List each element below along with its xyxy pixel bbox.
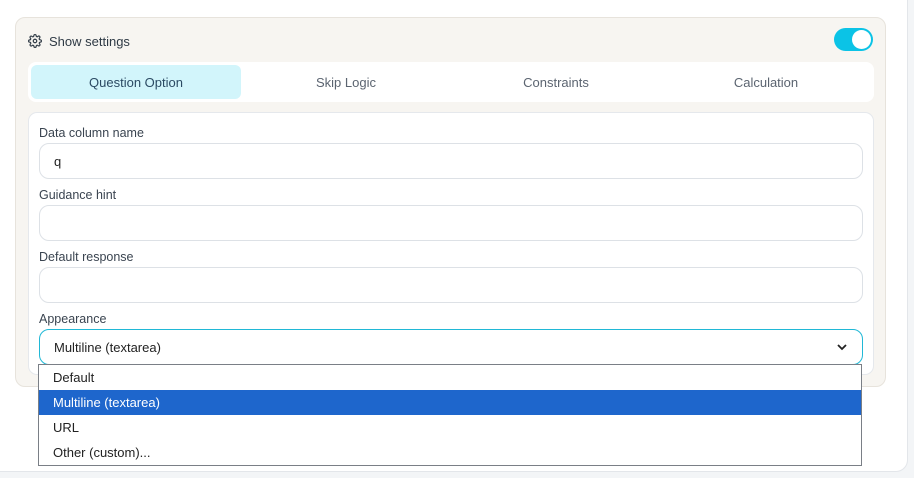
option-other-custom[interactable]: Other (custom)... bbox=[39, 440, 861, 465]
form-card: Data column name Guidance hint Default r… bbox=[28, 112, 874, 375]
tab-skip-logic[interactable]: Skip Logic bbox=[241, 65, 451, 99]
data-column-label: Data column name bbox=[39, 126, 144, 140]
default-response-input[interactable] bbox=[39, 267, 863, 303]
default-response-label: Default response bbox=[39, 250, 134, 264]
option-url[interactable]: URL bbox=[39, 415, 861, 440]
panel-title: Show settings bbox=[49, 33, 130, 49]
tab-question-option[interactable]: Question Option bbox=[31, 65, 241, 99]
appearance-label: Appearance bbox=[39, 312, 107, 326]
toggle-knob bbox=[852, 30, 871, 49]
settings-panel: Show settings Question Option Skip Logic… bbox=[15, 17, 886, 387]
option-multiline[interactable]: Multiline (textarea) bbox=[39, 390, 861, 415]
chevron-down-icon bbox=[836, 341, 848, 353]
data-column-input[interactable] bbox=[39, 143, 863, 179]
tab-constraints[interactable]: Constraints bbox=[451, 65, 661, 99]
guidance-hint-label: Guidance hint bbox=[39, 188, 117, 202]
panel-header: Show settings bbox=[28, 32, 130, 50]
appearance-select[interactable]: Multiline (textarea) bbox=[39, 329, 863, 365]
gear-icon bbox=[28, 34, 42, 48]
tab-bar: Question Option Skip Logic Constraints C… bbox=[28, 62, 874, 102]
appearance-dropdown-list: Default Multiline (textarea) URL Other (… bbox=[38, 364, 862, 466]
guidance-hint-input[interactable] bbox=[39, 205, 863, 241]
appearance-selected-value: Multiline (textarea) bbox=[54, 339, 161, 355]
tab-calculation[interactable]: Calculation bbox=[661, 65, 871, 99]
option-default[interactable]: Default bbox=[39, 365, 861, 390]
show-settings-toggle[interactable] bbox=[834, 28, 873, 51]
